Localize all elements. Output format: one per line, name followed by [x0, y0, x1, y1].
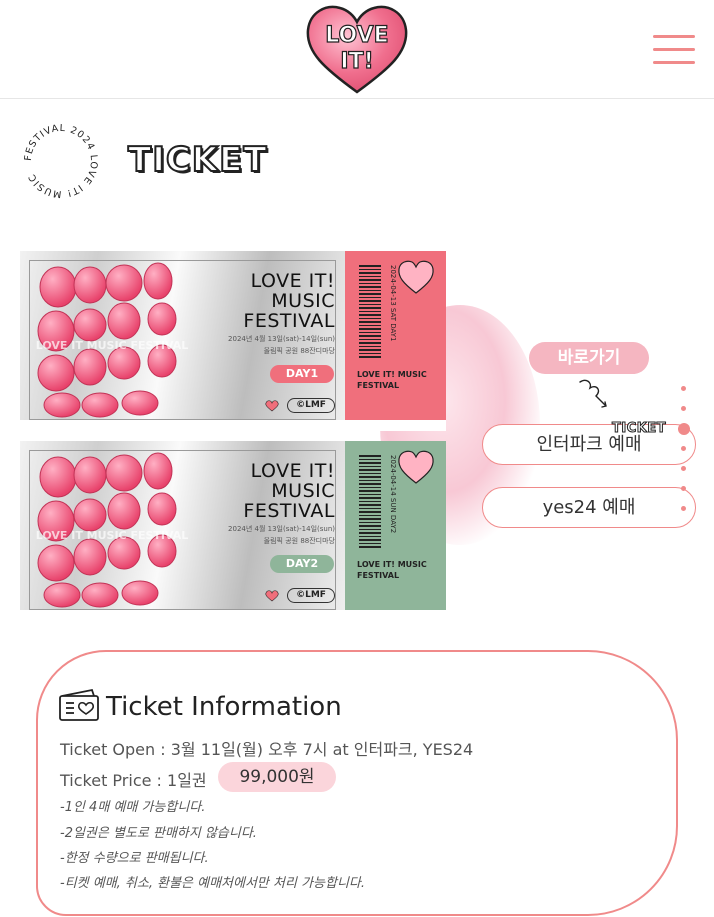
info-note: -1인 4매 예매 가능합니다. — [60, 800, 206, 815]
info-title: Ticket Information — [106, 692, 342, 722]
date-line: 2024년 4월 13일(sat)-14일(sun) — [228, 335, 335, 343]
ring-text: FESTIVAL 2024 LOVE IT! MUSIC — [23, 123, 98, 199]
venue-line: 올림픽 공원 88잔디마당 — [263, 347, 335, 355]
art-text: LOVE IT MUSIC FESTIVAL — [36, 339, 189, 352]
hamburger-icon-bar — [653, 35, 695, 38]
info-note: -티켓 예매, 취소, 환불은 예매처에서만 처리 가능합니다. — [60, 876, 366, 891]
festival-ring-badge: FESTIVAL 2024 LOVE IT! MUSIC — [23, 123, 99, 199]
barcode-icon — [359, 265, 381, 360]
title-line: LOVE IT! — [250, 270, 335, 292]
info-note: -2일권은 별도로 판매하지 않습니다. — [60, 826, 257, 841]
barcode-icon — [359, 455, 381, 550]
svg-text:LOVE: LOVE — [325, 23, 388, 48]
site-header: LOVE IT! — [0, 0, 714, 99]
lmf-badge: ©LMF — [287, 588, 335, 603]
heart-icon — [265, 590, 279, 602]
lmf-badge: ©LMF — [287, 398, 335, 413]
stub-date: 2024-04-13 SAT DAY1 — [389, 265, 397, 342]
ticket-main: LOVE IT MUSIC FESTIVAL LOVE IT! MUSIC FE… — [20, 441, 345, 621]
menu-button[interactable] — [653, 34, 695, 66]
ticket-info-card: Ticket Information Ticket Open : 3월 11일(… — [36, 650, 678, 916]
day-badge: DAY1 — [270, 365, 334, 383]
hamburger-icon-bar — [653, 61, 695, 64]
stub-festival-text: LOVE IT! MUSIC FESTIVAL — [357, 370, 427, 390]
dotnav-dot[interactable] — [681, 446, 686, 451]
shortcut-label: 바로가기 — [529, 342, 649, 374]
heart-arrow-icon — [579, 379, 607, 408]
ticket-day2: LOVE IT MUSIC FESTIVAL LOVE IT! MUSIC FE… — [20, 441, 446, 621]
festival-title: LOVE IT! MUSIC FESTIVAL — [210, 271, 335, 331]
ticket-price-line: Ticket Price : 1일권 — [60, 771, 207, 790]
day-badge: DAY2 — [270, 555, 334, 573]
page-title: TICKET — [127, 139, 268, 181]
title-line: FESTIVAL — [243, 310, 335, 332]
festival-bubble-art: LOVE IT MUSIC FESTIVAL — [36, 262, 189, 418]
festival-bubble-art: LOVE IT MUSIC FESTIVAL — [36, 452, 189, 608]
love-it-logo[interactable]: LOVE IT! — [304, 2, 410, 96]
title-line: FESTIVAL — [243, 500, 335, 522]
dotnav-dot[interactable] — [681, 506, 686, 511]
svg-text:FESTIVAL 2024 LOVE IT! MUSIC: FESTIVAL 2024 LOVE IT! MUSIC — [23, 123, 99, 199]
festival-date: 2024년 4월 13일(sat)-14일(sun) 올림픽 공원 88잔디마당 — [200, 333, 335, 357]
section-dot-nav — [678, 380, 690, 540]
dotnav-active-label: TICKET — [611, 421, 667, 437]
ticket-stub: 2024-04-14 SUN DAY2 LOVE IT! MUSIC FESTI… — [345, 441, 446, 621]
svg-text:IT!: IT! — [340, 49, 373, 74]
title-line: LOVE IT! — [250, 460, 335, 482]
title-line: MUSIC — [271, 480, 335, 502]
festival-date: 2024년 4월 13일(sat)-14일(sun) 올림픽 공원 88잔디마당 — [200, 523, 335, 547]
ticket-icon — [59, 688, 99, 721]
dotnav-dot[interactable] — [681, 406, 686, 411]
love-it-mini-logo — [398, 450, 434, 484]
yes24-booking-button[interactable]: yes24 예매 — [482, 487, 696, 528]
dotnav-dot[interactable] — [681, 386, 686, 391]
title-line: MUSIC — [271, 290, 335, 312]
info-note: -한정 수량으로 판매됩니다. — [60, 851, 209, 866]
stub-date: 2024-04-14 SUN DAY2 — [389, 455, 397, 534]
dotnav-dot[interactable] — [681, 486, 686, 491]
ticket-perforation — [20, 610, 446, 621]
stub-festival-text: LOVE IT! MUSIC FESTIVAL — [357, 560, 427, 580]
date-line: 2024년 4월 13일(sat)-14일(sun) — [228, 525, 335, 533]
hamburger-icon-bar — [653, 48, 695, 51]
dotnav-dot[interactable] — [681, 466, 686, 471]
venue-line: 올림픽 공원 88잔디마당 — [263, 537, 335, 545]
ticket-open-line: Ticket Open : 3월 11일(월) 오후 7시 at 인터파크, Y… — [60, 740, 474, 759]
ticket-main: LOVE IT MUSIC FESTIVAL LOVE IT! MUSIC FE… — [20, 251, 345, 431]
festival-title: LOVE IT! MUSIC FESTIVAL — [210, 461, 335, 521]
art-text: LOVE IT MUSIC FESTIVAL — [36, 529, 189, 542]
price-badge: 99,000원 — [218, 762, 336, 792]
ticket-stub: 2024-04-13 SAT DAY1 LOVE IT! MUSIC FESTI… — [345, 251, 446, 431]
heart-icon — [265, 400, 279, 412]
ticket-day1: LOVE IT MUSIC FESTIVAL LOVE IT! MUSIC FE… — [20, 251, 446, 431]
ticket-perforation — [20, 420, 446, 431]
dotnav-dot-active[interactable] — [678, 423, 690, 435]
love-it-mini-logo — [398, 260, 434, 294]
